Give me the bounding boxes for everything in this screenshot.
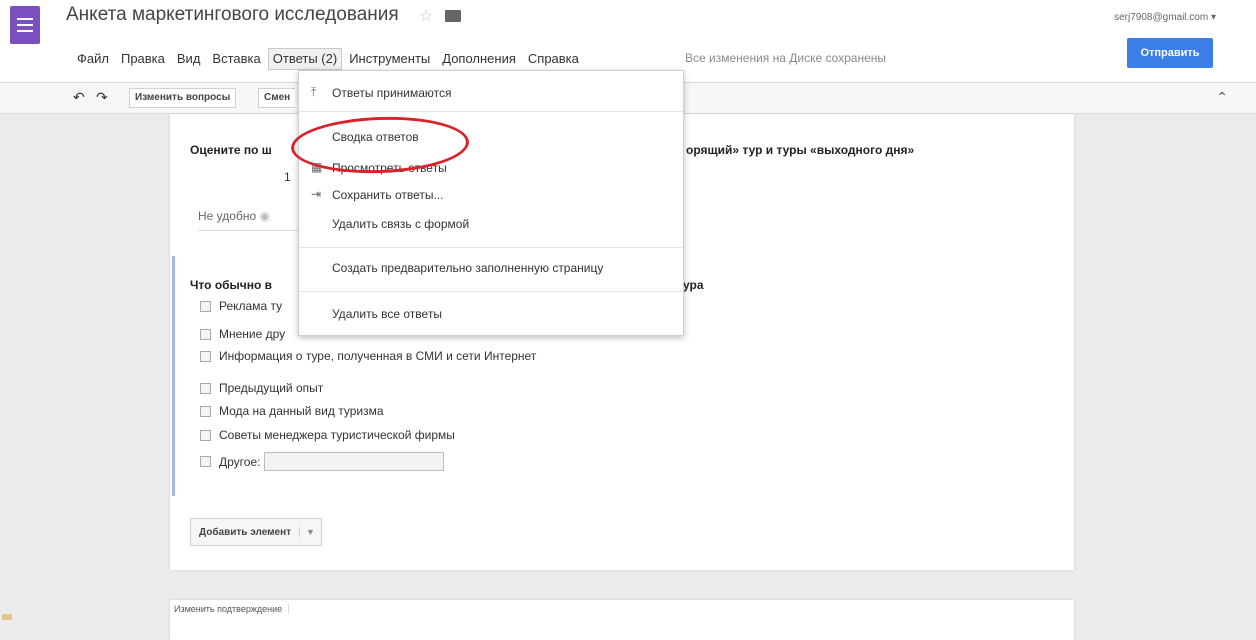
menu-item-accepting[interactable]: ⤒ Ответы принимаются [299,83,683,105]
menu-addons[interactable]: Дополнения [437,48,521,70]
menu-edit[interactable]: Правка [116,48,170,70]
corner-mark [2,614,12,620]
divider [299,291,683,292]
option-row[interactable]: Мода на данный вид туризма [200,404,384,418]
menu-file[interactable]: Файл [72,48,114,70]
option-label: Мнение дру [219,327,286,341]
menu-item-label: Создать предварительно заполненную стран… [332,261,604,275]
scale-number: 1 [284,170,291,184]
menu-item-label: Сохранить ответы... [332,188,444,202]
option-label: Мода на данный вид туризма [219,404,384,418]
menu-tools[interactable]: Инструменты [344,48,435,70]
option-row[interactable]: Другое: [200,452,445,471]
save-status[interactable]: Все изменения на Диске сохранены [685,51,886,65]
account-email[interactable]: serj7908@gmail.com ▾ [1114,12,1216,23]
option-row[interactable]: Информация о туре, полученная в СМИ и се… [200,349,536,363]
export-icon: ⇥ [311,187,322,201]
checkbox-icon[interactable] [200,300,211,312]
add-element-button[interactable]: Добавить элемент ▼ [190,518,322,546]
chevron-down-icon[interactable]: ▼ [299,527,321,537]
collapse-icon[interactable]: ⌃ [1216,89,1228,106]
divider [299,247,683,248]
responses-dropdown: ⤒ Ответы принимаются Сводка ответов ▦ Пр… [298,70,684,336]
edit-questions-button[interactable]: Изменить вопросы [129,88,237,108]
menu-item-save[interactable]: ⇥ Сохранить ответы... [299,185,683,207]
option-label: Другое: [219,454,261,469]
option-label: Реклама ту [219,299,283,313]
menu-responses[interactable]: Ответы (2) [267,48,343,70]
folder-icon[interactable] [445,10,461,22]
redo-icon[interactable]: ↷ [96,89,108,106]
checkbox-icon[interactable] [200,328,211,340]
menu-item-prefilled[interactable]: Создать предварительно заполненную стран… [299,258,683,280]
document-title[interactable]: Анкета маркетингового исследования [66,4,399,26]
menu-item-unlink[interactable]: Удалить связь с формой [299,214,683,236]
option-label: Предыдущий опыт [219,381,324,395]
scale-low-label[interactable]: Не удобно ◉ [198,209,270,223]
radio-icon[interactable]: ◉ [259,209,269,223]
menu-item-label: Удалить связь с формой [332,217,470,231]
change-theme-button[interactable]: Смен [258,88,296,108]
menu-item-delete-all[interactable]: Удалить все ответы [299,304,683,326]
option-label: Информация о туре, полученная в СМИ и се… [219,349,537,363]
option-row[interactable]: Предыдущий опыт [200,381,323,395]
confirmation-tab[interactable]: Изменить подтверждение [174,604,290,614]
add-element-label: Добавить элемент [199,526,292,538]
upload-icon: ⤒ [311,85,317,99]
checkbox-icon[interactable] [200,456,211,467]
question-selection-bar [172,256,175,496]
menu-insert[interactable]: Вставка [207,48,265,70]
send-button[interactable]: Отправить [1127,38,1213,68]
scale-low-text: Не удобно [198,209,257,223]
question-1-title[interactable]: Оцените по ш [190,143,272,157]
menu-view[interactable]: Вид [172,48,206,70]
menu-help[interactable]: Справка [523,48,584,70]
checkbox-icon[interactable] [200,405,211,417]
question-2-title[interactable]: Что обычно в [190,278,272,292]
divider [299,111,683,112]
confirmation-sheet [170,600,1074,640]
star-icon[interactable]: ☆ [419,6,433,26]
menu-bar: Файл Правка Вид Вставка Ответы (2) Инстр… [72,48,586,70]
undo-icon[interactable]: ↶ [73,89,85,106]
option-row[interactable]: Советы менеджера туристической фирмы [200,428,455,442]
option-row[interactable]: Мнение дру [200,327,285,341]
other-input[interactable] [264,452,445,471]
menu-item-label: Ответы принимаются [332,86,452,100]
menu-item-label: Удалить все ответы [332,307,442,321]
checkbox-icon[interactable] [200,429,211,441]
option-label: Советы менеджера туристической фирмы [219,428,455,442]
option-row[interactable]: Реклама ту [200,299,282,313]
divider [198,230,298,231]
question-1-title-end[interactable]: орящий» тур и туры «выходного дня» [686,143,914,157]
checkbox-icon[interactable] [200,350,211,362]
forms-app-icon[interactable] [10,6,40,44]
question-2-title-end[interactable]: ура [683,278,704,292]
checkbox-icon[interactable] [200,382,211,394]
